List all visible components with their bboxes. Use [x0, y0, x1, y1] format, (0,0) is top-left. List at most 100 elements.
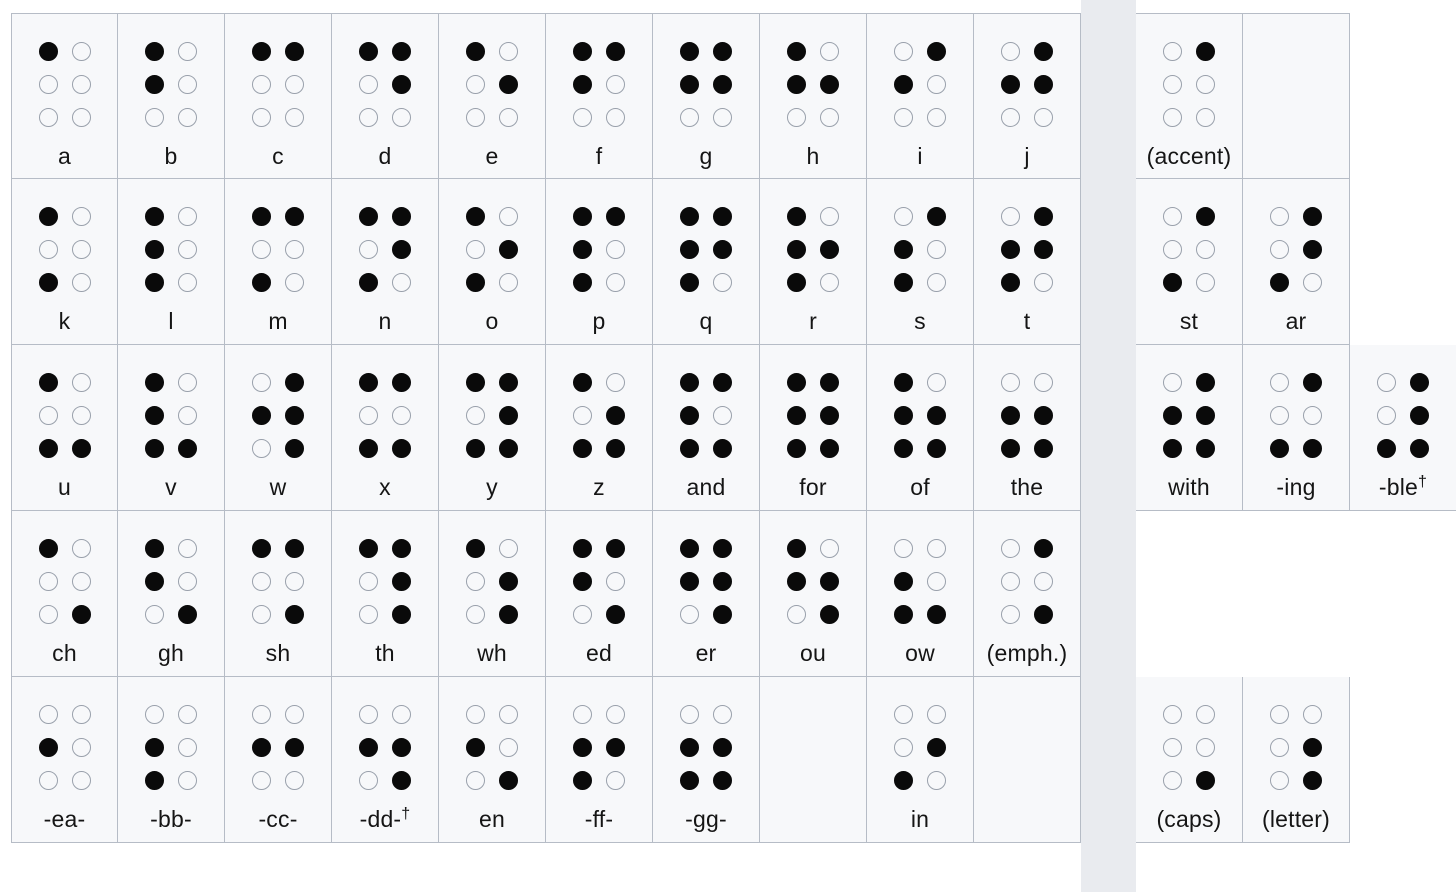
braille-dot-6-empty — [820, 273, 839, 292]
braille-dot-3-filled — [1001, 273, 1020, 292]
braille-dot-5-filled — [285, 738, 304, 757]
braille-dot-3-filled — [1163, 439, 1182, 458]
braille-dot-5-filled — [927, 738, 946, 757]
braille-dot-5-filled — [392, 572, 411, 591]
braille-cell-label: w — [269, 474, 287, 500]
braille-dot-6-filled — [606, 605, 625, 624]
braille-dot-5-empty — [71, 406, 91, 425]
braille-dot-1-empty — [145, 705, 164, 724]
braille-dot-1-empty — [573, 705, 592, 724]
braille-dot-1-filled — [466, 207, 485, 226]
braille-cell-dots — [1156, 698, 1222, 797]
braille-dot-2-empty — [894, 738, 913, 757]
braille-dot-4-empty — [606, 705, 625, 724]
braille-dot-2-empty — [1270, 240, 1289, 259]
braille-cell-label: ow — [905, 640, 935, 666]
braille-dot-3-filled — [894, 439, 913, 458]
braille-cell-j: j — [974, 13, 1081, 179]
braille-cell-label: c — [272, 143, 284, 169]
braille-dot-2-filled — [573, 240, 592, 259]
braille-cell-label: -gg- — [685, 806, 727, 832]
braille-cell-q: q — [653, 179, 760, 345]
braille-dot-1-filled — [466, 42, 485, 61]
braille-dot-2-empty — [1163, 240, 1182, 259]
braille-dot-3-filled — [573, 439, 592, 458]
braille-dot-3-filled — [38, 273, 58, 292]
braille-dot-3-filled — [894, 273, 913, 292]
braille-cell-p: p — [546, 179, 653, 345]
braille-dot-4-filled — [1034, 207, 1053, 226]
braille-dot-6-empty — [713, 273, 732, 292]
footnote-marker: † — [1418, 473, 1428, 491]
braille-dot-6-filled — [1303, 439, 1322, 458]
braille-dot-3-empty — [894, 108, 913, 127]
braille-dot-3-empty — [145, 108, 164, 127]
braille-dot-6-empty — [1196, 108, 1215, 127]
braille-dot-4-filled — [392, 207, 411, 226]
braille-cell-dots — [994, 366, 1060, 465]
braille-cell-er: er — [653, 511, 760, 677]
braille-cell-s: s — [867, 179, 974, 345]
braille-dot-5-filled — [820, 240, 839, 259]
braille-dot-2-filled — [145, 240, 164, 259]
braille-dot-2-filled — [1001, 75, 1020, 94]
braille-dot-4-empty — [820, 207, 839, 226]
braille-dot-5-empty — [285, 240, 304, 259]
braille-cell-dots — [352, 35, 418, 134]
braille-dot-5-empty — [927, 572, 946, 591]
braille-dot-1-filled — [359, 42, 378, 61]
braille-dot-5-filled — [1034, 75, 1053, 94]
braille-dot-2-empty — [1163, 75, 1182, 94]
braille-dot-4-empty — [178, 207, 197, 226]
braille-dot-1-empty — [680, 705, 699, 724]
braille-dot-2-empty — [252, 240, 271, 259]
braille-dot-1-filled — [787, 207, 806, 226]
braille-dot-4-empty — [71, 373, 91, 392]
braille-cell-label: e — [485, 143, 499, 169]
braille-cell-label: in — [910, 806, 930, 832]
braille-dot-2-empty — [1001, 572, 1020, 591]
braille-dot-5-empty — [71, 738, 91, 757]
braille-dot-3-filled — [680, 771, 699, 790]
braille-dot-2-filled — [252, 738, 271, 757]
braille-dot-3-filled — [573, 771, 592, 790]
braille-cell-dots — [32, 200, 98, 299]
braille-dot-5-empty — [71, 240, 91, 259]
braille-dot-3-filled — [1377, 439, 1396, 458]
braille-grid-row: u v w x y z and for of the with -ing -ble† — [11, 345, 1456, 511]
braille-dot-2-filled — [252, 406, 271, 425]
braille-dot-1-empty — [1163, 42, 1182, 61]
braille-dot-1-empty — [894, 42, 913, 61]
braille-cell-dots — [352, 532, 418, 631]
braille-dot-6-empty — [392, 273, 411, 292]
braille-cell-dots — [887, 35, 953, 134]
braille-dot-6-empty — [285, 771, 304, 790]
braille-dot-5-empty — [927, 240, 946, 259]
braille-cell-dots — [138, 532, 204, 631]
braille-dot-1-filled — [38, 207, 58, 226]
braille-dot-1-filled — [252, 207, 271, 226]
braille-dot-5-empty — [71, 75, 91, 94]
braille-dot-1-empty — [359, 705, 378, 724]
braille-dot-6-empty — [927, 273, 946, 292]
braille-cell-d: d — [332, 13, 439, 179]
braille-dot-4-empty — [285, 705, 304, 724]
braille-dot-4-filled — [927, 207, 946, 226]
braille-dot-2-filled — [894, 406, 913, 425]
braille-dot-5-empty — [1034, 572, 1053, 591]
braille-dot-4-filled — [1196, 42, 1215, 61]
braille-cell-wh: wh — [439, 511, 546, 677]
braille-dot-4-empty — [1303, 705, 1322, 724]
braille-cell-dots — [245, 200, 311, 299]
braille-dot-3-filled — [145, 771, 164, 790]
braille-dot-6-empty — [606, 273, 625, 292]
braille-dot-6-filled — [499, 439, 518, 458]
braille-dot-6-empty — [713, 108, 732, 127]
braille-cell-r: r — [760, 179, 867, 345]
braille-dot-4-empty — [713, 705, 732, 724]
braille-dot-5-filled — [713, 240, 732, 259]
braille-dot-4-filled — [1034, 42, 1053, 61]
braille-cell-y: y — [439, 345, 546, 511]
braille-dot-2-empty — [359, 406, 378, 425]
braille-cell-th: th — [332, 511, 439, 677]
